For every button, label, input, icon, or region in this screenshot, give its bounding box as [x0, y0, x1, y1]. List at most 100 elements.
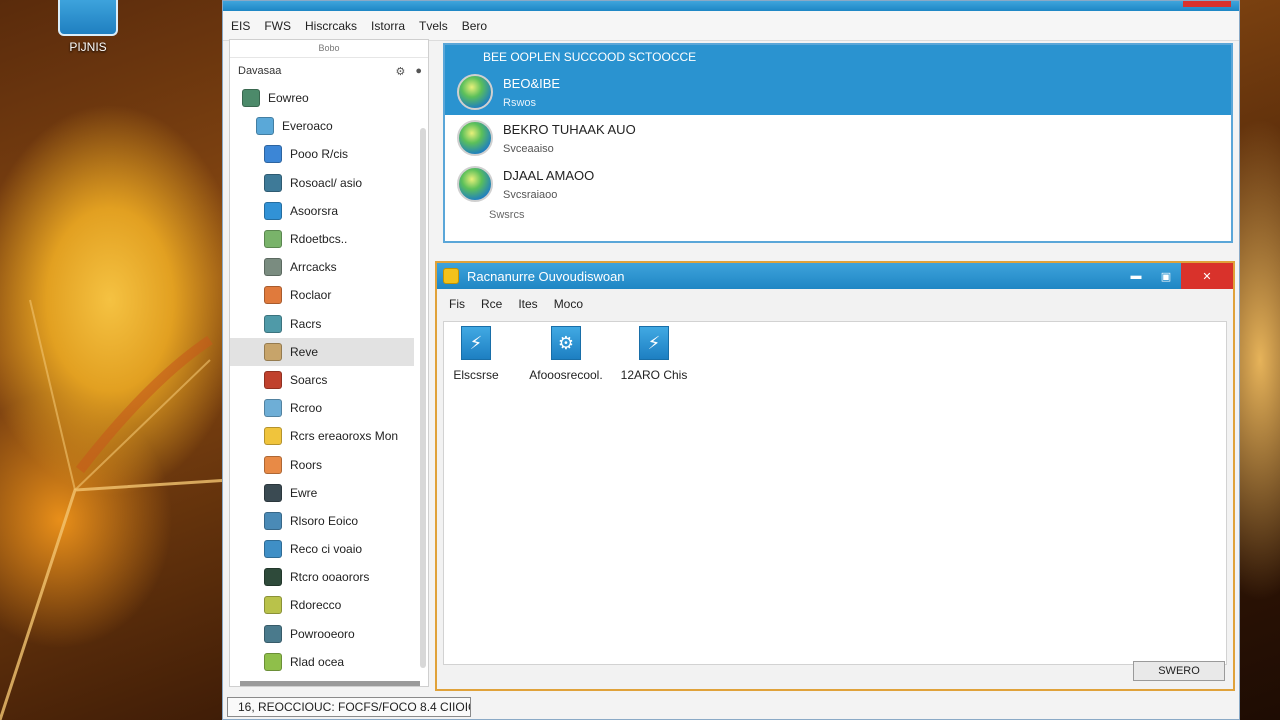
vertical-scrollbar[interactable]: [420, 128, 426, 668]
tree-item-label: Rosoacl/ asio: [290, 175, 363, 190]
menu-item[interactable]: EIS: [231, 19, 264, 33]
horizontal-scrollbar[interactable]: [240, 681, 420, 686]
folder-tree: Eowreo Everoaco Pooo R/cis Rosoacl/ asio Aso…: [230, 84, 428, 676]
tree-item-label: Rdorecco: [290, 598, 342, 613]
menu-item[interactable]: Rce: [481, 297, 502, 311]
file-label: Afooosrecool.: [529, 368, 603, 382]
list-header: BEE OOPLEN SUCCOOD SCTOOCCE: [445, 45, 1231, 69]
file-label: 12ARO Chis: [620, 368, 688, 382]
globe-icon: [457, 120, 493, 156]
close-icon[interactable]: ●: [415, 65, 422, 78]
menu-item[interactable]: Ites: [518, 297, 537, 311]
tree-item[interactable]: Rlad ocea: [230, 648, 428, 676]
child-window: Racnanurre Ouvoudiswoan ▬ ▣ ✕ Fis Rce It…: [435, 261, 1235, 691]
tree-item-label: Reco ci voaio: [290, 542, 363, 557]
tree-item-label: Arrcacks: [290, 260, 337, 275]
tree-item[interactable]: Reco ci voaio: [230, 535, 428, 563]
list-item[interactable]: BEO&IBE Rswos: [445, 69, 1231, 115]
tree-item-label: Asoorsra: [290, 203, 339, 218]
tree-item[interactable]: Everoaco: [230, 112, 428, 140]
tree-item-label: Rcrs ereaoroxs Mon: [290, 429, 399, 444]
child-status-bar: SWERO: [437, 661, 1233, 689]
tree-item-label: Rcroo: [290, 401, 323, 416]
folder-icon: [264, 230, 282, 249]
list-item-subtitle: Svcsraiaoo: [503, 188, 558, 201]
tree-item-label: Everoaco: [282, 119, 333, 134]
menu-item[interactable]: Hiscrcaks: [305, 19, 371, 33]
folder-icon: [264, 540, 282, 559]
file-item[interactable]: ⚡ 12ARO Chis: [618, 326, 690, 382]
tree-item-label: Powrooeoro: [290, 626, 355, 641]
tree-item-label: Reve: [290, 344, 319, 359]
nav-header: Davasaa ⚙ ●: [230, 58, 428, 84]
tree-item[interactable]: Rcrs ereaoroxs Mon: [230, 422, 428, 450]
settings-icon[interactable]: ⚙: [395, 65, 405, 78]
list-item[interactable]: BEKRO TUHAAK AUO Svceaaiso: [445, 115, 1231, 161]
menu-item[interactable]: Fis: [449, 297, 465, 311]
maximize-icon[interactable]: ▣: [1151, 263, 1181, 289]
tree-item[interactable]: Rosoacl/ asio: [230, 169, 428, 197]
tree-item[interactable]: Powrooeoro: [230, 620, 428, 648]
tree-item[interactable]: Rdoetbcs..: [230, 225, 428, 253]
folder-icon: [264, 568, 282, 587]
tree-item[interactable]: Roclaor: [230, 281, 428, 309]
tree-item-label: Rdoetbcs..: [290, 232, 348, 247]
menu-item[interactable]: Moco: [554, 297, 583, 311]
folder-icon: [264, 370, 282, 389]
menu-bar: EIS FWS Hiscrcaks Istorra Tvels Bero: [223, 11, 1239, 41]
app-list: BEE OOPLEN SUCCOOD SCTOOCCE BEO&IBE Rswos…: [443, 43, 1233, 243]
app-icon: [443, 268, 459, 284]
minimize-icon[interactable]: ▬: [1121, 263, 1151, 289]
folder-icon: [264, 286, 282, 305]
desktop-shortcut[interactable]: PIJNIS: [56, 0, 120, 54]
menu-item[interactable]: Istorra: [371, 19, 419, 33]
tree-item-label: Rlsoro Eoico: [290, 513, 359, 528]
folder-icon: [264, 145, 282, 164]
tree-item[interactable]: Asoorsra: [230, 197, 428, 225]
tree-item[interactable]: Pooo R/cis: [230, 140, 428, 168]
child-titlebar[interactable]: Racnanurre Ouvoudiswoan ▬ ▣ ✕: [437, 263, 1233, 289]
tree-item[interactable]: Arrcacks: [230, 253, 428, 281]
folder-icon: [264, 652, 282, 671]
folder-icon: [264, 399, 282, 418]
tree-item[interactable]: Ewre: [230, 479, 428, 507]
folder-icon: [264, 511, 282, 530]
window-titlebar[interactable]: [223, 1, 1239, 11]
window-close-button[interactable]: [1183, 1, 1231, 7]
close-icon[interactable]: ✕: [1181, 263, 1233, 289]
tree-item[interactable]: Soarcs: [230, 366, 428, 394]
tree-item[interactable]: Rtcro ooaorors: [230, 563, 428, 591]
menu-item[interactable]: Bero: [462, 19, 501, 33]
list-item-subtitle: Rswos: [503, 96, 537, 109]
tree-item-label: Soarcs: [290, 372, 328, 387]
menu-item[interactable]: Tvels: [419, 19, 462, 33]
menu-item[interactable]: FWS: [264, 19, 305, 33]
status-button[interactable]: SWERO: [1133, 661, 1225, 681]
list-item-name: BEO&IBE: [503, 75, 561, 91]
tree-item-label: Racrs: [290, 316, 322, 331]
file-item[interactable]: ⚡ Elscsrse: [444, 326, 508, 382]
tree-item[interactable]: Rdorecco: [230, 591, 428, 619]
tree-item[interactable]: Racrs: [230, 310, 428, 338]
tree-item[interactable]: Reve: [230, 337, 414, 366]
tree-item-label: Ewre: [290, 485, 318, 500]
folder-icon: [264, 342, 282, 361]
app-shortcut-icon: [58, 0, 118, 36]
list-item-texts: BEKRO TUHAAK AUO Svceaaiso: [503, 122, 636, 155]
tree-item[interactable]: Eowreo: [230, 84, 428, 112]
file-item[interactable]: ⚙ Afooosrecool.: [516, 326, 616, 382]
file-view: ⚡ Elscsrse ⚙ Afooosrecool. ⚡ 12ARO Chis: [443, 321, 1227, 665]
folder-icon: [264, 483, 282, 502]
tree-item[interactable]: Roors: [230, 450, 428, 478]
list-item-subtitle: Svceaaiso: [503, 142, 554, 155]
tree-item[interactable]: Rcroo: [230, 394, 428, 422]
globe-icon: [457, 166, 493, 202]
tree-item-label: Roors: [290, 457, 323, 472]
folder-icon: [264, 596, 282, 615]
folder-icon: [264, 314, 282, 333]
file-icon: ⚙: [551, 326, 581, 360]
list-item[interactable]: DJAAL AMAOO Svcsraiaoo: [445, 161, 1231, 207]
explorer-window: EIS FWS Hiscrcaks Istorra Tvels Bero Bob…: [222, 0, 1240, 720]
tree-item[interactable]: Rlsoro Eoico: [230, 507, 428, 535]
status-bar: 16, REOCCIOUC: FOCFS/FOCO 8.4 CIIOICOO: [227, 697, 471, 717]
